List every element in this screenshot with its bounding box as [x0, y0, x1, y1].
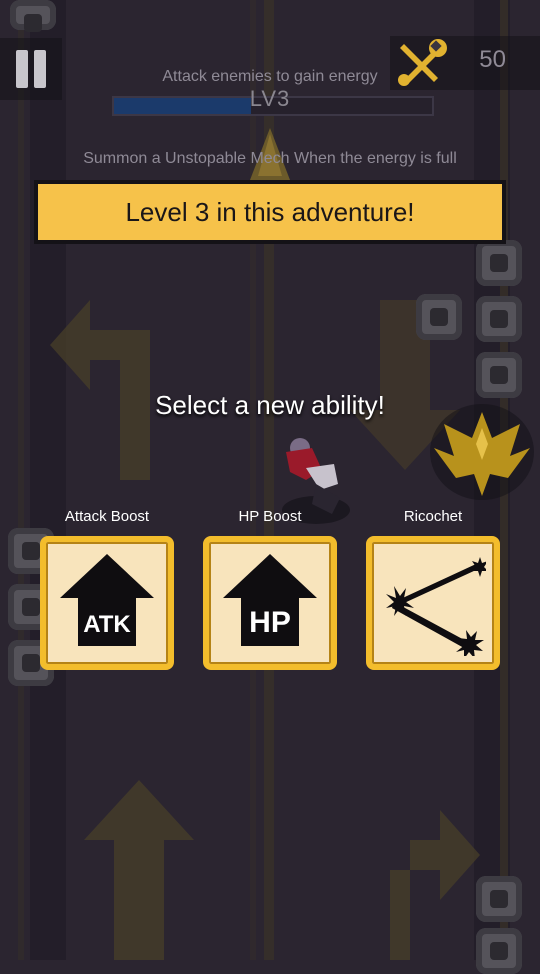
ability-card-ricochet[interactable]: [366, 536, 500, 670]
ability-option-ricochet[interactable]: Ricochet: [366, 508, 500, 670]
ability-label: Ricochet: [403, 508, 463, 525]
ability-label: Attack Boost: [64, 508, 150, 525]
ability-option-hp-boost[interactable]: HP Boost HP: [203, 508, 337, 670]
road-up-arrow: [84, 780, 194, 960]
ability-card-hp-boost[interactable]: HP: [203, 536, 337, 670]
level-up-banner: Level 3 in this adventure!: [34, 180, 506, 244]
up-arrow-icon: ATK: [60, 554, 154, 646]
ricochet-icon: [386, 557, 486, 656]
road-turn-arrow: [390, 810, 480, 960]
level-up-text: Level 3 in this adventure!: [125, 196, 415, 227]
ability-label: HP Boost: [238, 508, 302, 525]
level-label: LV3: [249, 86, 291, 111]
pillar-block: [10, 0, 56, 32]
up-arrow-icon: HP: [223, 554, 317, 646]
select-ability-prompt: Select a new ability!: [155, 390, 385, 420]
pillar-block: [476, 928, 522, 974]
hp-icon-text: HP: [249, 606, 291, 639]
pillar-block: [476, 876, 522, 922]
atk-icon-text: ATK: [83, 611, 131, 638]
pillar-block: [416, 294, 462, 340]
ability-card-attack-boost[interactable]: ATK: [40, 536, 174, 670]
energy-hint-text: Attack enemies to gain energy: [162, 68, 378, 85]
road-lane-line: [18, 0, 24, 960]
pillar-block: [476, 296, 522, 342]
summon-hint-text: Summon a Unstopable Mech When the energy…: [83, 150, 457, 167]
road-lane: [30, 0, 66, 960]
pillar-block: [476, 240, 522, 286]
ability-option-attack-boost[interactable]: Attack Boost ATK: [40, 508, 174, 670]
